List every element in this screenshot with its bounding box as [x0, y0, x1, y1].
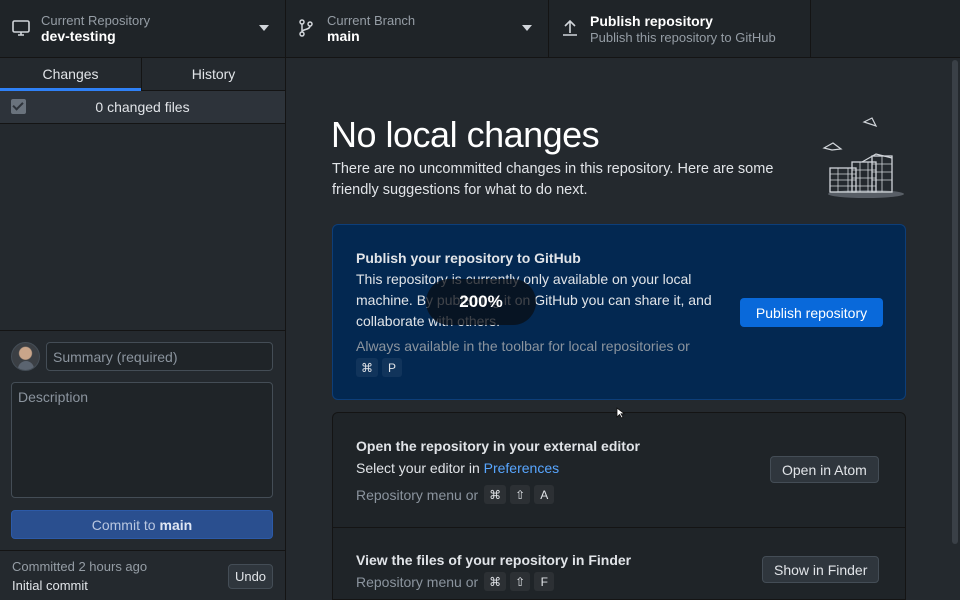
- zoom-indicator: 200%: [426, 279, 536, 325]
- chevron-down-icon: [259, 25, 269, 31]
- undo-button[interactable]: Undo: [228, 564, 273, 589]
- shortcut-keys: ⌘ P: [356, 358, 402, 377]
- commit-form: Commit to main Committed 2 hours ago Ini…: [0, 330, 285, 600]
- chevron-down-icon: [522, 25, 532, 31]
- command-key: ⌘: [484, 572, 507, 591]
- publish-card-heading: Publish your repository to GitHub: [356, 250, 581, 266]
- desktop-icon: [12, 20, 30, 36]
- main-scrollbar[interactable]: [952, 60, 958, 544]
- page-description: There are no uncommitted changes in this…: [332, 161, 774, 198]
- shortcut-keys: ⌘ ⇧ A: [484, 485, 555, 504]
- open-in-atom-button[interactable]: Open in Atom: [770, 456, 879, 483]
- upload-icon: [563, 19, 577, 36]
- editor-card-hint-row: Repository menu or ⌘ ⇧ A: [356, 485, 555, 504]
- command-key: ⌘: [484, 485, 507, 504]
- page-title: No local changes: [331, 114, 600, 155]
- branch-name: main: [327, 28, 360, 44]
- editor-card-hint: Repository menu or: [356, 486, 479, 503]
- main-content: No local changes There are no uncommitte…: [286, 58, 960, 600]
- tab-changes[interactable]: Changes: [0, 58, 142, 91]
- summary-input[interactable]: [46, 342, 273, 371]
- changed-files-header: 0 changed files: [0, 91, 285, 124]
- command-key: ⌘: [356, 358, 378, 377]
- p-key: P: [382, 358, 402, 377]
- editor-card-text-prefix: Select your editor in: [356, 460, 480, 476]
- commit-button-branch: main: [159, 516, 193, 533]
- finder-card-hint-row: Repository menu or ⌘ ⇧ F: [356, 572, 555, 591]
- finder-card-heading: View the files of your repository in Fin…: [356, 552, 632, 568]
- editor-card-heading: Open the repository in your external edi…: [356, 438, 640, 454]
- f-key: F: [534, 572, 555, 591]
- shift-key: ⇧: [510, 485, 531, 504]
- show-in-finder-button[interactable]: Show in Finder: [762, 556, 880, 583]
- repository-label: Current Repository: [41, 13, 151, 28]
- publish-repository-card-button[interactable]: Publish repository: [740, 298, 883, 327]
- finder-card-hint: Repository menu or: [356, 573, 479, 590]
- publish-subtitle: Publish this repository to GitHub: [590, 30, 776, 45]
- preferences-link[interactable]: Preferences: [484, 460, 559, 476]
- last-commit: Committed 2 hours ago Initial commit Und…: [0, 550, 285, 600]
- avatar: [11, 342, 40, 371]
- toolbar: Current Repository dev-testing Current B…: [0, 0, 960, 58]
- editor-card-text: Select your editor in Preferences: [356, 458, 559, 479]
- changed-files-count: 0 changed files: [95, 99, 190, 115]
- mouse-cursor-icon: [616, 407, 626, 419]
- publish-card: Publish your repository to GitHub This r…: [332, 224, 906, 400]
- commit-button[interactable]: Commit to main: [11, 510, 273, 539]
- publish-repository-button[interactable]: Publish repository Publish this reposito…: [549, 0, 811, 57]
- publish-title: Publish repository: [590, 13, 713, 29]
- last-commit-title: Initial commit: [12, 578, 88, 593]
- current-repository-dropdown[interactable]: Current Repository dev-testing: [0, 0, 286, 57]
- branch-label: Current Branch: [327, 13, 416, 28]
- publish-card-text: This repository is currently only availa…: [356, 271, 712, 329]
- select-all-checkbox[interactable]: [11, 99, 26, 114]
- publish-card-hint: Always available in the toolbar for loca…: [356, 338, 690, 354]
- current-branch-dropdown[interactable]: Current Branch main: [286, 0, 549, 57]
- repository-name: dev-testing: [41, 28, 116, 44]
- sidebar-tabs: Changes History: [0, 58, 285, 91]
- card-divider: [333, 527, 905, 528]
- tab-history[interactable]: History: [142, 58, 285, 90]
- commit-button-label: Commit to: [91, 516, 156, 533]
- suggestions-card: Open the repository in your external edi…: [332, 412, 906, 600]
- a-key: A: [534, 485, 555, 504]
- git-branch-icon: [299, 19, 313, 37]
- empty-state-illustration: [822, 117, 904, 198]
- sidebar: Changes History 0 changed files Commit t…: [0, 58, 286, 600]
- last-commit-time: Committed 2 hours ago: [12, 559, 148, 574]
- shift-key: ⇧: [510, 572, 531, 591]
- shortcut-keys: ⌘ ⇧ F: [484, 572, 555, 591]
- description-input[interactable]: [11, 382, 273, 498]
